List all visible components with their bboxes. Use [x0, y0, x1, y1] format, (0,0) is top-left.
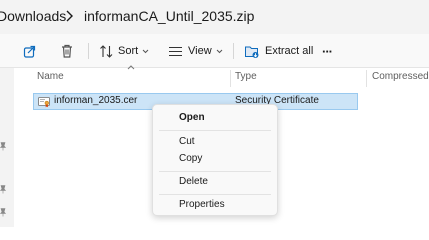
- chevron-down-icon: [142, 49, 149, 53]
- view-icon: [169, 46, 182, 56]
- column-divider[interactable]: [230, 70, 231, 87]
- share-icon: [23, 45, 36, 58]
- menu-separator: [159, 130, 271, 131]
- chevron-right-icon[interactable]: [64, 8, 74, 24]
- menu-item-cut[interactable]: Cut: [158, 133, 272, 151]
- menu-separator: [159, 194, 271, 195]
- toolbar-divider: [233, 43, 234, 59]
- view-button[interactable]: View: [168, 40, 223, 62]
- view-label: View: [188, 45, 212, 57]
- pin-icon[interactable]: [0, 185, 6, 194]
- column-header-name[interactable]: Name: [37, 71, 64, 87]
- menu-item-delete[interactable]: Delete: [158, 173, 272, 191]
- pin-icon[interactable]: [0, 208, 6, 217]
- extract-all-button[interactable]: Extract all: [244, 40, 313, 62]
- certificate-icon: [38, 97, 50, 108]
- navigation-pane[interactable]: [0, 68, 14, 227]
- sort-icon: [100, 44, 113, 58]
- menu-item-properties[interactable]: Properties: [158, 196, 272, 214]
- chevron-down-icon: [216, 49, 223, 53]
- breadcrumb-downloads[interactable]: Downloads: [0, 8, 66, 24]
- sort-label: Sort: [118, 45, 139, 57]
- context-menu: Open Cut Copy Delete Properties: [152, 104, 278, 216]
- column-header-compressed-size[interactable]: Compressed s: [372, 71, 429, 87]
- delete-button[interactable]: [59, 40, 75, 62]
- trash-icon: [62, 44, 72, 58]
- address-bar[interactable]: Downloads informanCA_Until_2035.zip: [0, 0, 429, 34]
- sort-ascending-icon: [127, 65, 135, 70]
- share-button[interactable]: [22, 40, 38, 62]
- breadcrumb-current-zip[interactable]: informanCA_Until_2035.zip: [84, 8, 254, 24]
- sort-button[interactable]: Sort: [99, 40, 149, 62]
- toolbar-divider: [88, 43, 89, 59]
- file-name: informan_2035.cer: [54, 95, 138, 106]
- extract-folder-icon: [245, 46, 259, 58]
- column-divider[interactable]: [366, 70, 367, 87]
- menu-item-copy[interactable]: Copy: [158, 150, 272, 168]
- more-icon: ···: [322, 43, 333, 59]
- more-options-button[interactable]: ···: [322, 40, 333, 62]
- menu-item-open[interactable]: Open: [158, 109, 272, 127]
- command-bar: Sort View Extract all ···: [0, 34, 429, 68]
- pin-icon[interactable]: [0, 142, 6, 151]
- extract-all-label: Extract all: [265, 45, 314, 57]
- menu-separator: [159, 171, 271, 172]
- column-header-type[interactable]: Type: [235, 71, 257, 87]
